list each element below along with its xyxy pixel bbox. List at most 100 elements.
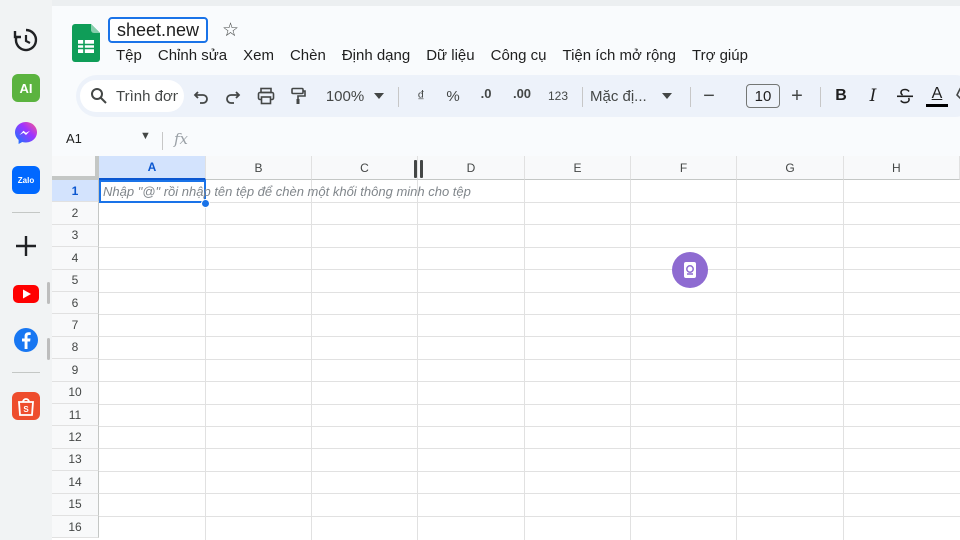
grid-line [736, 180, 737, 540]
shopee-icon[interactable]: S [12, 392, 40, 420]
facebook-icon[interactable] [12, 326, 40, 354]
formula-divider [162, 132, 163, 150]
menu-format[interactable]: Định dạng [334, 46, 418, 66]
paint-format-icon[interactable] [285, 75, 311, 117]
menu-help[interactable]: Trợ giúp [684, 46, 756, 66]
increase-decimal-label: .00 [512, 86, 532, 101]
grid-line [99, 358, 960, 360]
row-header-7[interactable]: 7 [52, 314, 99, 337]
row-header-9[interactable]: 9 [52, 359, 99, 382]
zoom-select[interactable]: 100% [320, 75, 370, 117]
name-box[interactable]: A1 [66, 131, 82, 146]
grid-line [311, 180, 312, 540]
grid-line [99, 403, 960, 405]
font-size-input[interactable]: 10 [746, 84, 780, 108]
undo-icon[interactable] [188, 75, 214, 117]
decrease-font-size-button[interactable]: − [696, 75, 722, 117]
row-header-10[interactable]: 10 [52, 381, 99, 404]
history-icon[interactable] [12, 26, 40, 54]
italic-button[interactable]: I [860, 75, 886, 117]
ai-icon[interactable]: AI [12, 74, 40, 102]
row-header-4[interactable]: 4 [52, 247, 99, 270]
font-family-select[interactable]: Mặc đị... [590, 75, 656, 117]
document-title-input[interactable]: sheet.new [108, 17, 209, 43]
menu-insert[interactable]: Chèn [282, 46, 334, 66]
row-header-3[interactable]: 3 [52, 224, 99, 248]
select-all-corner[interactable] [52, 156, 99, 180]
sheets-logo-icon[interactable] [72, 24, 100, 62]
menu-bar: Tệp Chỉnh sửa Xem Chèn Định dạng Dữ liệu… [108, 46, 756, 66]
column-header-c[interactable]: C [312, 156, 418, 180]
grid-line [99, 515, 960, 517]
grid-line [99, 448, 960, 450]
ai-label: AI [19, 80, 33, 96]
bold-button[interactable]: B [828, 75, 854, 117]
menu-file[interactable]: Tệp [108, 46, 150, 66]
plus-icon[interactable] [12, 232, 40, 260]
toolbar-divider [398, 87, 399, 107]
grid-line [417, 180, 418, 540]
menu-data[interactable]: Dữ liệu [418, 46, 482, 66]
row-header-15[interactable]: 15 [52, 493, 99, 516]
column-header-g[interactable]: G [737, 156, 844, 180]
percent-format-button[interactable]: % [440, 75, 466, 117]
strikethrough-button[interactable] [892, 75, 918, 117]
menu-search[interactable]: Trình đơn [80, 80, 184, 112]
spreadsheet-grid[interactable]: A B C D E F G H 1 2 3 4 5 6 7 8 9 10 11 … [52, 156, 960, 540]
column-header-h[interactable]: H [844, 156, 960, 180]
menu-extensions[interactable]: Tiện ích mở rộng [554, 46, 684, 66]
menu-tools[interactable]: Công cụ [483, 46, 555, 66]
svg-text:S: S [23, 405, 29, 414]
row-header-5[interactable]: 5 [52, 269, 99, 292]
column-resize-handle[interactable] [414, 160, 424, 178]
text-color-button[interactable]: A [924, 75, 950, 117]
row-header-13[interactable]: 13 [52, 448, 99, 472]
active-indicator [47, 338, 50, 360]
decrease-decimal-button[interactable]: .0 [472, 75, 500, 117]
column-header-e[interactable]: E [525, 156, 631, 180]
star-icon[interactable]: ☆ [222, 19, 239, 42]
chevron-down-icon[interactable]: ▼ [140, 130, 151, 142]
row-header-6[interactable]: 6 [52, 292, 99, 315]
fill-handle[interactable] [201, 199, 210, 208]
grid-line [99, 336, 960, 338]
chevron-down-icon[interactable] [658, 75, 676, 117]
browser-sidebar: AI Zalo S [0, 0, 52, 540]
grid-line [99, 202, 960, 203]
menu-edit[interactable]: Chỉnh sửa [150, 46, 235, 66]
grid-line [630, 180, 631, 540]
floating-extension-icon[interactable] [672, 252, 708, 288]
print-icon[interactable] [253, 75, 279, 117]
menu-search-text: Trình đơn [116, 87, 178, 105]
chevron-down-icon[interactable] [370, 75, 388, 117]
youtube-icon[interactable] [12, 280, 40, 308]
column-header-a[interactable]: A [99, 156, 206, 180]
increase-font-size-button[interactable]: + [784, 75, 810, 117]
menu-view[interactable]: Xem [235, 46, 282, 66]
grid-line [99, 381, 960, 383]
increase-decimal-button[interactable]: .00 [506, 75, 538, 117]
active-indicator [47, 282, 50, 304]
more-formats-button[interactable]: 123 [542, 75, 574, 117]
redo-icon[interactable] [220, 75, 246, 117]
decrease-decimal-label: .0 [480, 86, 492, 101]
row-header-1[interactable]: 1 [52, 180, 99, 203]
row-header-12[interactable]: 12 [52, 426, 99, 449]
row-header-14[interactable]: 14 [52, 471, 99, 494]
column-header-f[interactable]: F [631, 156, 737, 180]
currency-format-button[interactable]: ₫ [408, 75, 434, 117]
row-header-16[interactable]: 16 [52, 516, 99, 539]
column-header-d[interactable]: D [418, 156, 525, 180]
toolbar: Trình đơn 100% ₫ % .0 .00 123 Mặc đị... … [76, 75, 960, 117]
grid-line [99, 426, 960, 427]
row-header-11[interactable]: 11 [52, 404, 99, 427]
zalo-icon[interactable]: Zalo [12, 166, 40, 194]
row-header-2[interactable]: 2 [52, 202, 99, 225]
grid-line [99, 470, 960, 472]
row-header-8[interactable]: 8 [52, 336, 99, 360]
fill-color-icon[interactable] [956, 75, 960, 117]
toolbar-divider [690, 87, 691, 107]
messenger-icon[interactable] [12, 119, 40, 147]
smart-chip-hint: Nhập "@" rồi nhập tên tệp để chèn một kh… [103, 184, 471, 199]
column-header-b[interactable]: B [206, 156, 312, 180]
